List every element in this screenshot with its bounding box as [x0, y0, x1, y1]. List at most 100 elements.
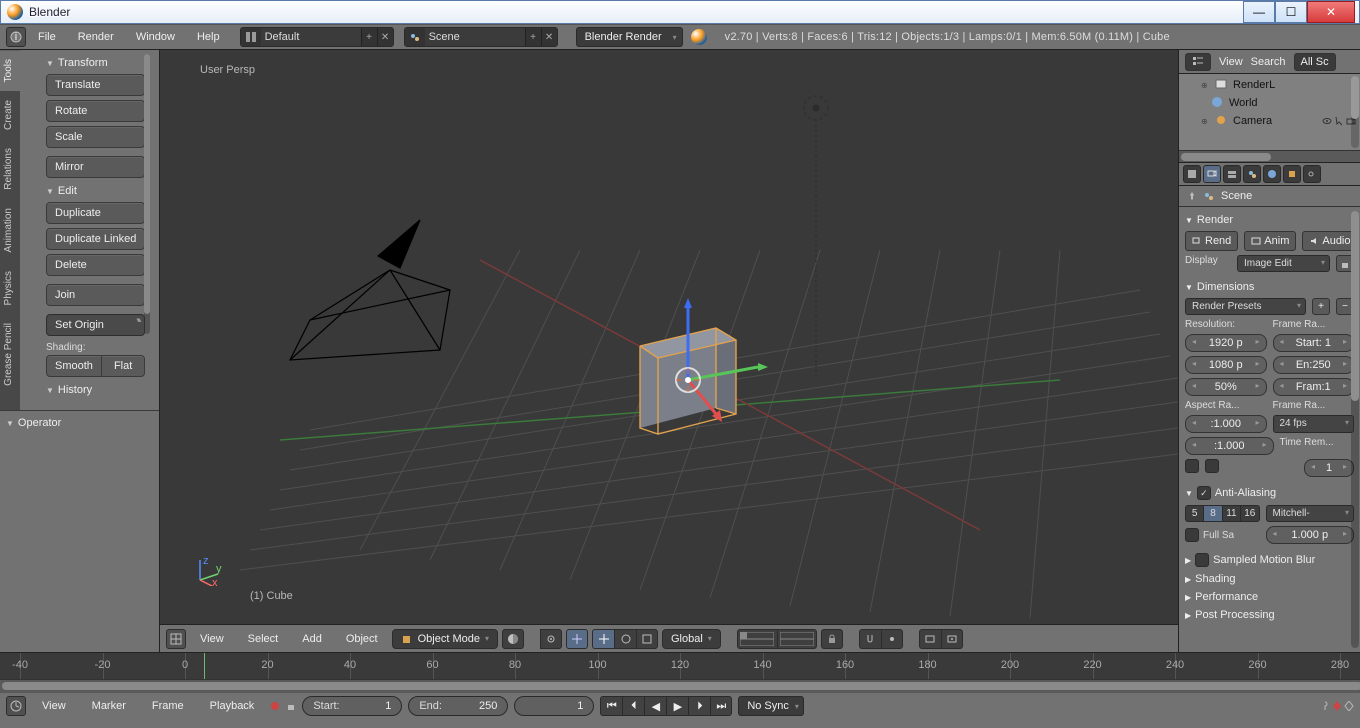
frame-end-field[interactable]: ◂En:250▸: [1273, 356, 1355, 374]
keyframe-delete-button[interactable]: [1344, 701, 1354, 711]
timeline-menu-view[interactable]: View: [32, 700, 76, 712]
resolution-y-field[interactable]: ◂1080 p▸: [1185, 356, 1267, 374]
info-menu-render[interactable]: Render: [68, 31, 124, 43]
render-animation-button[interactable]: Anim: [1244, 231, 1296, 251]
3dview-menu-view[interactable]: View: [190, 633, 234, 645]
aspect-x-field[interactable]: ◂:1.000▸: [1185, 415, 1267, 433]
render-audio-button[interactable]: Audio: [1302, 231, 1357, 251]
aspect-y-field[interactable]: ◂:1.000▸: [1185, 437, 1274, 455]
render-button[interactable]: Rend: [1185, 231, 1238, 251]
current-frame-field[interactable]: 1: [514, 696, 594, 716]
timeline-menu-marker[interactable]: Marker: [82, 700, 136, 712]
viewport-shading-select[interactable]: [502, 629, 524, 649]
screen-layout-input[interactable]: [261, 28, 361, 46]
antialiasing-panel-header[interactable]: ▼✓Anti-Aliasing: [1185, 483, 1354, 503]
snap-toggle[interactable]: [859, 629, 881, 649]
tab-scene[interactable]: [1243, 165, 1261, 183]
end-frame-field[interactable]: End:250: [408, 696, 508, 716]
render-anim-preview-button[interactable]: [941, 629, 963, 649]
keyframe-prev-button[interactable]: ⏴: [622, 696, 644, 716]
scene-field[interactable]: + ✕: [404, 27, 558, 47]
cursor-icon[interactable]: [1334, 116, 1344, 126]
jump-to-start-button[interactable]: ⏮: [600, 696, 622, 716]
display-mode-select[interactable]: Image Edit: [1237, 255, 1330, 272]
border-checkbox[interactable]: [1185, 459, 1199, 473]
frame-start-field[interactable]: ◂Start: 1▸: [1273, 334, 1355, 352]
tab-render-layers[interactable]: [1223, 165, 1241, 183]
toolshelf-tab-tools[interactable]: Tools: [0, 50, 20, 91]
start-frame-field[interactable]: Start:1: [302, 696, 402, 716]
editor-type-info-icon[interactable]: i: [6, 27, 26, 47]
join-button[interactable]: Join: [46, 284, 145, 306]
edit-panel-header[interactable]: ▼Edit: [46, 182, 145, 202]
aa-8-button[interactable]: 8: [1203, 505, 1221, 522]
duplicate-button[interactable]: Duplicate: [46, 202, 145, 224]
mirror-button[interactable]: Mirror: [46, 156, 145, 178]
outliner-row-world[interactable]: World: [1183, 94, 1356, 112]
toolshelf-tab-relations[interactable]: Relations: [0, 139, 20, 199]
time-remap-old-field[interactable]: ◂1▸: [1304, 459, 1354, 477]
render-presets-select[interactable]: Render Presets: [1185, 298, 1306, 315]
toolshelf-tab-grease-pencil[interactable]: Grease Pencil: [0, 314, 20, 395]
outliner-row-renderlayers[interactable]: ⊕ RenderL: [1183, 76, 1356, 94]
tab-constraints[interactable]: [1303, 165, 1321, 183]
keyframe-next-button[interactable]: ⏵: [688, 696, 710, 716]
window-minimize-button[interactable]: —: [1243, 1, 1275, 23]
rotate-button[interactable]: Rotate: [46, 100, 145, 122]
editor-type-properties-icon[interactable]: [1183, 165, 1201, 183]
antialiasing-checkbox[interactable]: ✓: [1197, 486, 1211, 500]
editor-type-timeline-icon[interactable]: [6, 696, 26, 716]
duplicate-linked-button[interactable]: Duplicate Linked: [46, 228, 145, 250]
timeline-menu-playback[interactable]: Playback: [200, 700, 265, 712]
auto-keyframe-button[interactable]: [270, 701, 280, 711]
info-menu-help[interactable]: Help: [187, 31, 230, 43]
lock-time-button[interactable]: [286, 701, 296, 711]
timeline-menu-frame[interactable]: Frame: [142, 700, 194, 712]
mode-select[interactable]: Object Mode▾: [392, 629, 498, 649]
layer-buttons[interactable]: [737, 629, 817, 649]
fps-select[interactable]: 24 fps: [1273, 415, 1355, 433]
manip-translate-button[interactable]: [592, 629, 614, 649]
scale-button[interactable]: Scale: [46, 126, 145, 148]
outliner-menu-search[interactable]: Search: [1251, 56, 1286, 68]
tab-render[interactable]: [1203, 165, 1221, 183]
outliner-display-mode[interactable]: All Sc: [1294, 53, 1336, 71]
screen-layout-field[interactable]: + ✕: [240, 27, 394, 47]
scene-input[interactable]: [425, 28, 525, 46]
info-menu-window[interactable]: Window: [126, 31, 185, 43]
scene-add-button[interactable]: +: [525, 28, 541, 46]
timeline-hscrollbar[interactable]: [0, 679, 1360, 693]
dimensions-panel-header[interactable]: ▼Dimensions: [1185, 278, 1354, 296]
resolution-percent-field[interactable]: ◂50%▸: [1185, 378, 1267, 396]
toolshelf-tab-animation[interactable]: Animation: [0, 199, 20, 261]
outliner-tree[interactable]: ⊕ RenderL World ⊕ Camera: [1179, 74, 1360, 150]
outliner-row-camera[interactable]: ⊕ Camera: [1183, 112, 1356, 130]
shading-panel-header[interactable]: ▶Shading: [1185, 570, 1354, 588]
play-reverse-button[interactable]: ◀: [644, 696, 666, 716]
orientation-select[interactable]: Global▾: [662, 629, 721, 649]
scene-remove-button[interactable]: ✕: [541, 28, 557, 46]
jump-to-end-button[interactable]: ⏭: [710, 696, 732, 716]
render-panel-header[interactable]: ▼Render: [1185, 211, 1354, 229]
shade-flat-button[interactable]: Flat: [102, 355, 145, 377]
layout-remove-button[interactable]: ✕: [377, 28, 393, 46]
aa-5-button[interactable]: 5: [1185, 505, 1203, 522]
frame-step-field[interactable]: ◂Fram:1▸: [1273, 378, 1355, 396]
timeline-cursor[interactable]: [204, 653, 205, 679]
play-button[interactable]: ▶: [666, 696, 688, 716]
pin-icon[interactable]: [1187, 191, 1197, 201]
toolshelf-tab-create[interactable]: Create: [0, 91, 20, 139]
aa-16-button[interactable]: 16: [1240, 505, 1259, 522]
aa-filter-select[interactable]: Mitchell-: [1266, 505, 1355, 522]
operator-panel-header[interactable]: ▼Operator: [0, 411, 159, 435]
3dview-menu-add[interactable]: Add: [292, 633, 332, 645]
editor-type-3dview-icon[interactable]: [166, 629, 186, 649]
snap-element-select[interactable]: [881, 629, 903, 649]
manip-rotate-button[interactable]: [614, 629, 636, 649]
post-processing-panel-header[interactable]: ▶Post Processing: [1185, 606, 1354, 624]
3dview-menu-select[interactable]: Select: [238, 633, 289, 645]
set-origin-select[interactable]: Set Origin: [46, 314, 145, 336]
aa-pixel-size-field[interactable]: ◂1.000 p▸: [1266, 526, 1355, 544]
shade-smooth-button[interactable]: Smooth: [46, 355, 102, 377]
history-panel-header[interactable]: ▼History: [46, 381, 145, 401]
